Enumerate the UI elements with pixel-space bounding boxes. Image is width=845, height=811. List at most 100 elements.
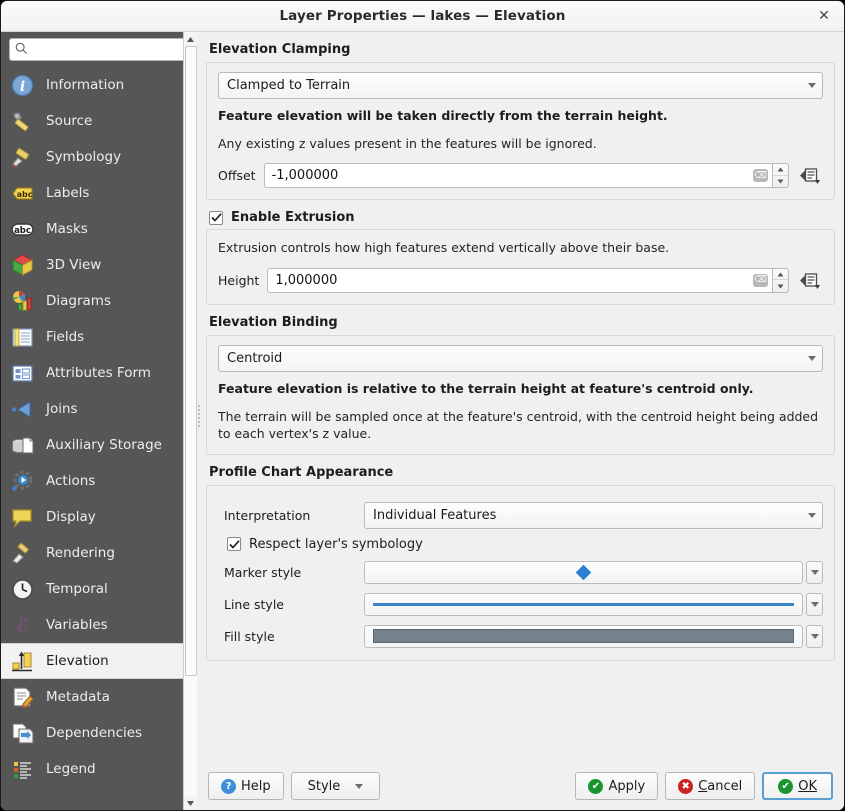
offset-increment-icon[interactable] — [773, 164, 788, 176]
cancel-button[interactable]: ✖ Cancel — [665, 772, 756, 800]
sidebar-item-legend[interactable]: Legend — [1, 751, 197, 787]
sidebar-item-label: Masks — [46, 221, 88, 237]
sidebar-item-actions[interactable]: Actions — [1, 463, 197, 499]
title-bar: Layer Properties — lakes — Elevation ✕ — [1, 1, 844, 32]
information-icon: i — [10, 73, 35, 98]
style-button[interactable]: Style — [290, 772, 381, 800]
enable-extrusion-row[interactable]: Enable Extrusion — [209, 210, 835, 225]
panel-splitter[interactable] — [197, 403, 201, 439]
chevron-down-icon — [808, 355, 816, 361]
sidebar-item-label: Symbology — [46, 149, 122, 165]
sidebar-item-label: Metadata — [46, 689, 110, 705]
sidebar-item-auxiliary-storage[interactable]: Auxiliary Storage — [1, 427, 197, 463]
sidebar-item-variables[interactable]: ℰ Variables — [1, 607, 197, 643]
sidebar-item-diagrams[interactable]: Diagrams — [1, 283, 197, 319]
chevron-down-icon — [808, 83, 816, 88]
line-style-preview[interactable] — [364, 592, 803, 616]
extrusion-group: Extrusion controls how high features ext… — [206, 229, 835, 305]
scroll-up-icon[interactable] — [183, 32, 198, 46]
offset-data-defined-override-icon[interactable] — [797, 163, 823, 188]
elevation-binding-title: Elevation Binding — [209, 314, 338, 330]
offset-decrement-icon[interactable] — [773, 176, 788, 188]
marker-style-dropdown[interactable] — [806, 560, 823, 584]
sidebar-item-label: Labels — [46, 185, 90, 201]
fill-style-widget[interactable] — [364, 624, 823, 648]
height-data-defined-override-icon[interactable] — [797, 268, 823, 293]
marker-style-preview[interactable] — [364, 560, 803, 584]
sidebar-item-temporal[interactable]: Temporal — [1, 571, 197, 607]
respect-symbology-row[interactable]: Respect layer's symbology — [227, 537, 823, 552]
sidebar-item-label: Diagrams — [46, 293, 111, 309]
sidebar-item-source[interactable]: Source — [1, 103, 197, 139]
sidebar-item-metadata[interactable]: Metadata — [1, 679, 197, 715]
source-icon — [10, 109, 35, 134]
sidebar-item-label: Joins — [46, 401, 78, 417]
respect-symbology-checkbox[interactable] — [227, 537, 241, 552]
clear-icon[interactable]: ⌫ — [753, 169, 768, 183]
interpretation-combobox[interactable]: Individual Features — [364, 501, 823, 529]
scrollbar-track[interactable] — [183, 46, 198, 796]
help-button[interactable]: ? Help — [208, 772, 284, 800]
offset-spinbox[interactable]: -1,000000 ⌫ — [263, 163, 789, 189]
apply-button[interactable]: ✔ Apply — [575, 772, 659, 800]
joins-icon — [10, 397, 35, 422]
clear-icon[interactable]: ⌫ — [753, 273, 768, 287]
svg-text:abc: abc — [17, 190, 33, 199]
sidebar-nav-list: i Information Source Symbology abc Labels abc M… — [1, 66, 197, 787]
sidebar-item-labels[interactable]: abc Labels — [1, 175, 197, 211]
profile-chart-group: Interpretation Individual Features Respe… — [206, 484, 835, 661]
height-increment-icon[interactable] — [773, 269, 788, 281]
ok-button[interactable]: ✔ OK — [762, 772, 833, 800]
height-value: 1,000000 — [275, 272, 338, 288]
sidebar-item-masks[interactable]: abc Masks — [1, 211, 197, 247]
metadata-icon — [10, 685, 35, 710]
elevation-settings-content: Elevation Clamping Clamped to Terrain Fe… — [206, 40, 835, 766]
sidebar-item-information[interactable]: i Information — [1, 67, 197, 103]
search-box[interactable] — [9, 38, 189, 61]
attributes-form-icon — [10, 361, 35, 386]
sidebar-item-elevation[interactable]: Elevation — [1, 643, 197, 679]
check-circle-icon: ✔ — [588, 778, 604, 794]
height-input[interactable]: 1,000000 ⌫ — [267, 267, 772, 293]
interpretation-value: Individual Features — [373, 507, 497, 523]
sidebar-item-label: Rendering — [46, 545, 115, 561]
height-spinbox[interactable]: 1,000000 ⌫ — [267, 267, 789, 293]
line-style-dropdown[interactable] — [806, 592, 823, 616]
actions-icon — [10, 469, 35, 494]
sidebar-item-rendering[interactable]: Rendering — [1, 535, 197, 571]
sidebar-item-display[interactable]: Display — [1, 499, 197, 535]
fill-style-dropdown[interactable] — [806, 624, 823, 648]
legend-icon — [10, 757, 35, 782]
fields-icon — [10, 325, 35, 350]
3d-view-icon — [10, 253, 35, 278]
binding-mode-value: Centroid — [227, 350, 283, 366]
offset-input[interactable]: -1,000000 ⌫ — [263, 163, 772, 189]
sidebar-item-label: Actions — [46, 473, 96, 489]
line-style-widget[interactable] — [364, 592, 823, 616]
close-icon[interactable]: ✕ — [812, 5, 836, 27]
clamping-mode-combobox[interactable]: Clamped to Terrain — [218, 72, 823, 99]
diamond-marker-icon — [575, 564, 592, 581]
sidebar-item-fields[interactable]: Fields — [1, 319, 197, 355]
height-decrement-icon[interactable] — [773, 280, 788, 292]
sidebar-item-joins[interactable]: Joins — [1, 391, 197, 427]
height-stepper[interactable] — [772, 267, 789, 293]
sidebar-scrollbar[interactable] — [183, 32, 198, 810]
line-style-row: Line style — [218, 592, 823, 616]
fill-style-preview[interactable] — [364, 624, 803, 648]
enable-extrusion-checkbox[interactable] — [209, 210, 223, 225]
binding-mode-combobox[interactable]: Centroid — [218, 344, 823, 372]
cancel-button-label: Cancel — [698, 778, 743, 794]
sidebar-item-dependencies[interactable]: Dependencies — [1, 715, 197, 751]
auxiliary-storage-icon — [10, 433, 35, 458]
scroll-down-icon[interactable] — [183, 796, 198, 810]
search-input[interactable] — [32, 41, 183, 58]
sidebar-item-attributes-form[interactable]: Attributes Form — [1, 355, 197, 391]
sidebar-item-symbology[interactable]: Symbology — [1, 139, 197, 175]
marker-style-widget[interactable] — [364, 560, 823, 584]
sidebar-item-3d-view[interactable]: 3D View — [1, 247, 197, 283]
scrollbar-thumb[interactable] — [184, 46, 197, 676]
offset-stepper[interactable] — [772, 163, 789, 189]
offset-value: -1,000000 — [271, 168, 339, 184]
binding-description-bold: Feature elevation is relative to the ter… — [218, 380, 754, 396]
